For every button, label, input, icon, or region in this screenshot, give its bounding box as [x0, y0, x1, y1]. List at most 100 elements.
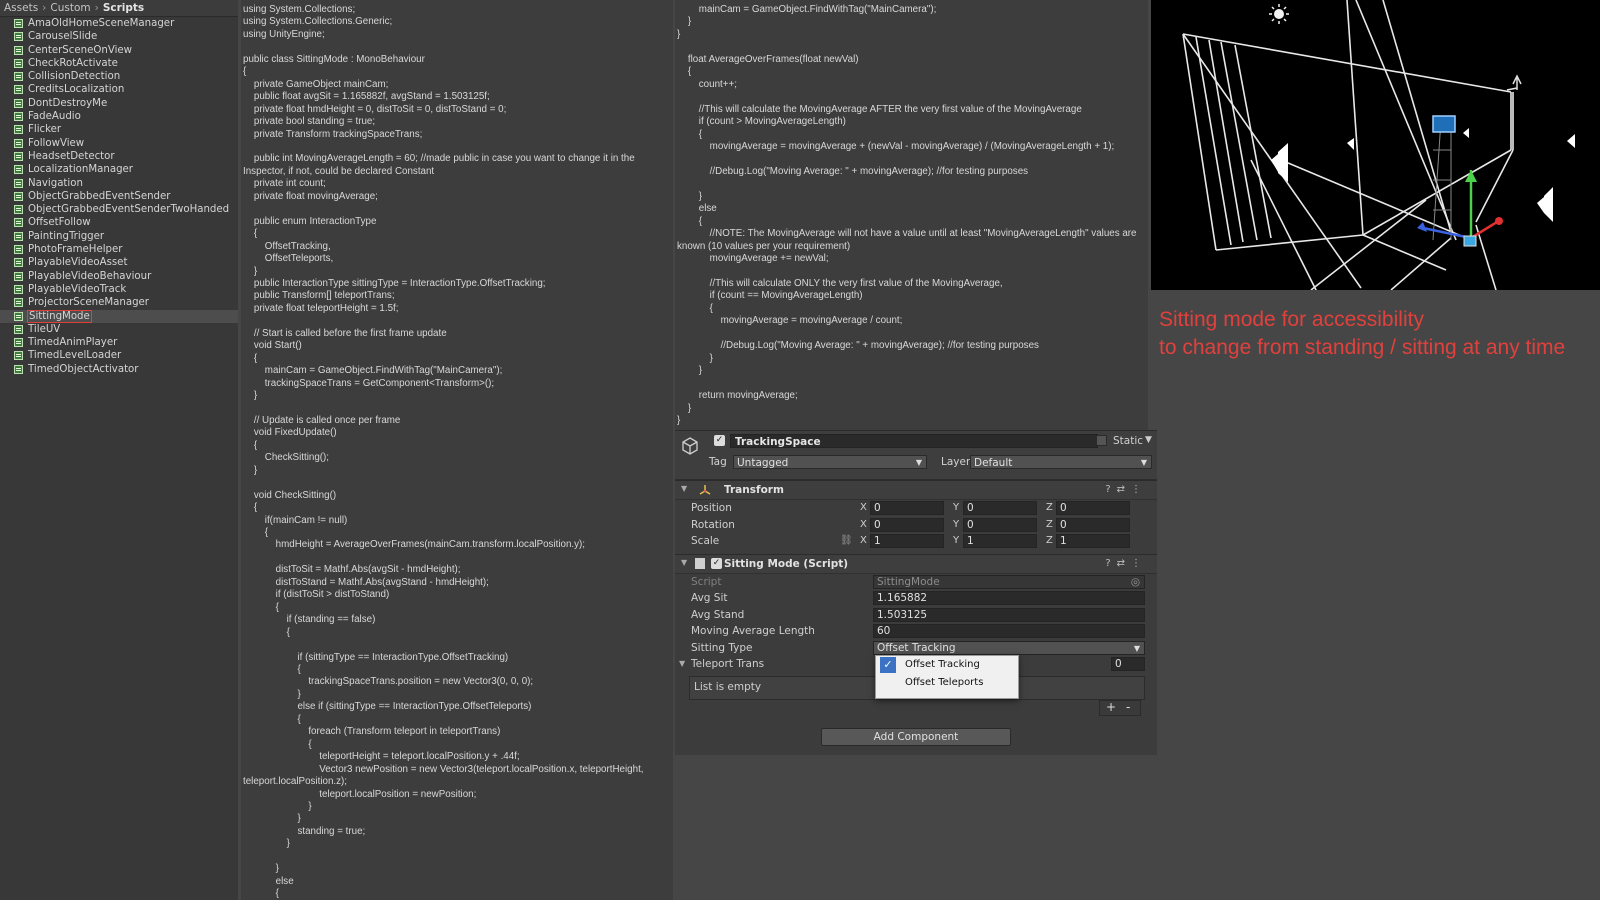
file-name: PlayableVideoBehaviour: [28, 270, 152, 282]
file-item[interactable]: TimedLevelLoader: [0, 349, 238, 362]
transform-row-label: Rotation: [691, 518, 735, 531]
axis-x-label[interactable]: X: [860, 502, 867, 513]
transform-x-field[interactable]: 0: [870, 517, 944, 532]
file-item[interactable]: TileUV: [0, 323, 238, 336]
file-item[interactable]: ObjectGrabbedEventSenderTwoHanded: [0, 203, 238, 216]
active-checkbox[interactable]: ✓: [714, 435, 725, 446]
chevron-right-icon: ›: [42, 2, 47, 14]
file-item[interactable]: Flicker: [0, 123, 238, 136]
csharp-script-icon: [14, 231, 23, 241]
transform-y-field[interactable]: 0: [963, 501, 1037, 515]
sitting-type-label: Sitting Type: [691, 641, 753, 654]
camera-gizmo-icon: [1432, 115, 1456, 133]
avg-sit-field[interactable]: 1.165882: [873, 591, 1145, 605]
constrain-proportions-icon[interactable]: ⛓: [840, 535, 853, 546]
code-editor-left[interactable]: using System.Collections; using System.C…: [241, 0, 673, 900]
component-menu-icons[interactable]: ?⇄⋮: [1105, 484, 1147, 495]
file-item[interactable]: PlayableVideoBehaviour: [0, 270, 238, 283]
scene-view[interactable]: [1151, 0, 1600, 290]
csharp-script-icon: [14, 178, 23, 188]
breadcrumb-scripts[interactable]: Scripts: [103, 2, 144, 14]
transform-y-field[interactable]: 1: [963, 534, 1037, 548]
avg-sit-row: Avg Sit 1.165882: [675, 590, 1157, 607]
static-checkbox[interactable]: [1096, 435, 1107, 446]
file-name: DontDestroyMe: [28, 97, 108, 109]
transform-header[interactable]: ▼ Transform ?⇄⋮: [675, 480, 1157, 500]
file-item[interactable]: PlayableVideoAsset: [0, 256, 238, 269]
fold-arrow-icon[interactable]: ▼: [679, 659, 685, 668]
axis-x-label[interactable]: X: [860, 535, 867, 546]
transform-z-field[interactable]: 0: [1056, 501, 1130, 515]
tag-dropdown[interactable]: Untagged ▼: [733, 455, 927, 469]
remove-item-button[interactable]: -: [1126, 701, 1130, 713]
fold-arrow-icon[interactable]: ▼: [681, 484, 687, 493]
transform-x-field[interactable]: 0: [870, 501, 944, 515]
file-item[interactable]: PhotoFrameHelper: [0, 243, 238, 256]
csharp-script-icon: [14, 205, 23, 215]
add-component-button[interactable]: Add Component: [821, 728, 1011, 746]
file-item[interactable]: OffsetFollow: [0, 216, 238, 229]
file-name: Navigation: [28, 177, 83, 189]
chevron-down-icon: ▼: [915, 458, 922, 467]
file-name: PhotoFrameHelper: [28, 244, 123, 256]
file-item[interactable]: LocalizationManager: [0, 163, 238, 176]
file-name: FadeAudio: [28, 111, 81, 123]
gameobject-header: ✓ TrackingSpace Static ▼ Tag Untagged ▼ L…: [675, 431, 1157, 480]
static-dropdown-icon[interactable]: ▼: [1145, 435, 1152, 445]
file-item[interactable]: Navigation: [0, 177, 238, 190]
file-item[interactable]: SittingMode: [0, 309, 238, 323]
axis-x-label[interactable]: X: [860, 519, 867, 530]
file-item[interactable]: CenterSceneOnView: [0, 44, 238, 57]
file-item[interactable]: HeadsetDetector: [0, 150, 238, 163]
object-name-field[interactable]: TrackingSpace: [730, 434, 1098, 448]
file-item[interactable]: PlayableVideoTrack: [0, 283, 238, 296]
file-item[interactable]: CheckRotActivate: [0, 57, 238, 70]
axis-y-label[interactable]: Y: [953, 502, 959, 513]
file-item[interactable]: CarouselSlide: [0, 30, 238, 43]
file-item[interactable]: TimedObjectActivator: [0, 363, 238, 376]
axis-y-label[interactable]: Y: [953, 519, 959, 530]
file-item[interactable]: ProjectorSceneManager: [0, 296, 238, 309]
file-item[interactable]: CreditsLocalization: [0, 83, 238, 96]
avg-stand-field[interactable]: 1.503125: [873, 607, 1145, 622]
transform-x-field[interactable]: 1: [870, 534, 944, 548]
transform-title: Transform: [724, 484, 784, 496]
teleport-count-field[interactable]: 0: [1111, 657, 1145, 671]
add-item-button[interactable]: +: [1106, 701, 1116, 713]
option-offset-teleports[interactable]: Offset Teleports: [876, 674, 1018, 692]
file-item[interactable]: PaintingTrigger: [0, 230, 238, 243]
axis-z-label[interactable]: Z: [1046, 502, 1053, 513]
file-item[interactable]: DontDestroyMe: [0, 97, 238, 110]
transform-z-field[interactable]: 0: [1056, 517, 1130, 532]
fold-arrow-icon[interactable]: ▼: [681, 558, 687, 567]
breadcrumb-custom[interactable]: Custom: [50, 2, 90, 14]
object-picker-icon[interactable]: ◎: [1131, 576, 1140, 589]
breadcrumb-assets[interactable]: Assets: [4, 2, 38, 14]
breadcrumb: Assets › Custom › Scripts: [0, 0, 238, 17]
file-item[interactable]: FollowView: [0, 137, 238, 150]
sitting-type-value: Offset Tracking: [877, 641, 956, 654]
script-component-header[interactable]: ▼ ✓ Sitting Mode (Script) ?⇄⋮: [675, 553, 1157, 574]
file-item[interactable]: CollisionDetection: [0, 70, 238, 83]
file-item[interactable]: FadeAudio: [0, 110, 238, 123]
transform-z-field[interactable]: 1: [1056, 534, 1130, 548]
component-menu-icons[interactable]: ?⇄⋮: [1105, 558, 1147, 569]
sitting-type-dropdown[interactable]: Offset Tracking ▼: [873, 640, 1145, 655]
csharp-script-icon: [14, 364, 23, 374]
file-item[interactable]: TimedAnimPlayer: [0, 336, 238, 349]
axis-z-label[interactable]: Z: [1046, 535, 1053, 546]
file-item[interactable]: ObjectGrabbedEventSender: [0, 190, 238, 203]
static-label: Static: [1113, 435, 1144, 447]
moving-average-field[interactable]: 60: [873, 624, 1145, 638]
layer-dropdown[interactable]: Default ▼: [970, 455, 1152, 469]
transform-y-field[interactable]: 0: [963, 517, 1037, 532]
axis-y-label[interactable]: Y: [953, 535, 959, 546]
axis-z-label[interactable]: Z: [1046, 519, 1053, 530]
file-name: ObjectGrabbedEventSender: [28, 190, 171, 202]
option-offset-tracking[interactable]: ✓ Offset Tracking: [876, 656, 1018, 674]
file-name: Flicker: [28, 124, 62, 136]
component-enabled-checkbox[interactable]: ✓: [711, 557, 722, 569]
code-editor-right[interactable]: mainCam = GameObject.FindWithTag("MainCa…: [675, 0, 1148, 430]
file-name: CheckRotActivate: [28, 57, 118, 69]
file-item[interactable]: AmaOldHomeSceneManager: [0, 17, 238, 30]
